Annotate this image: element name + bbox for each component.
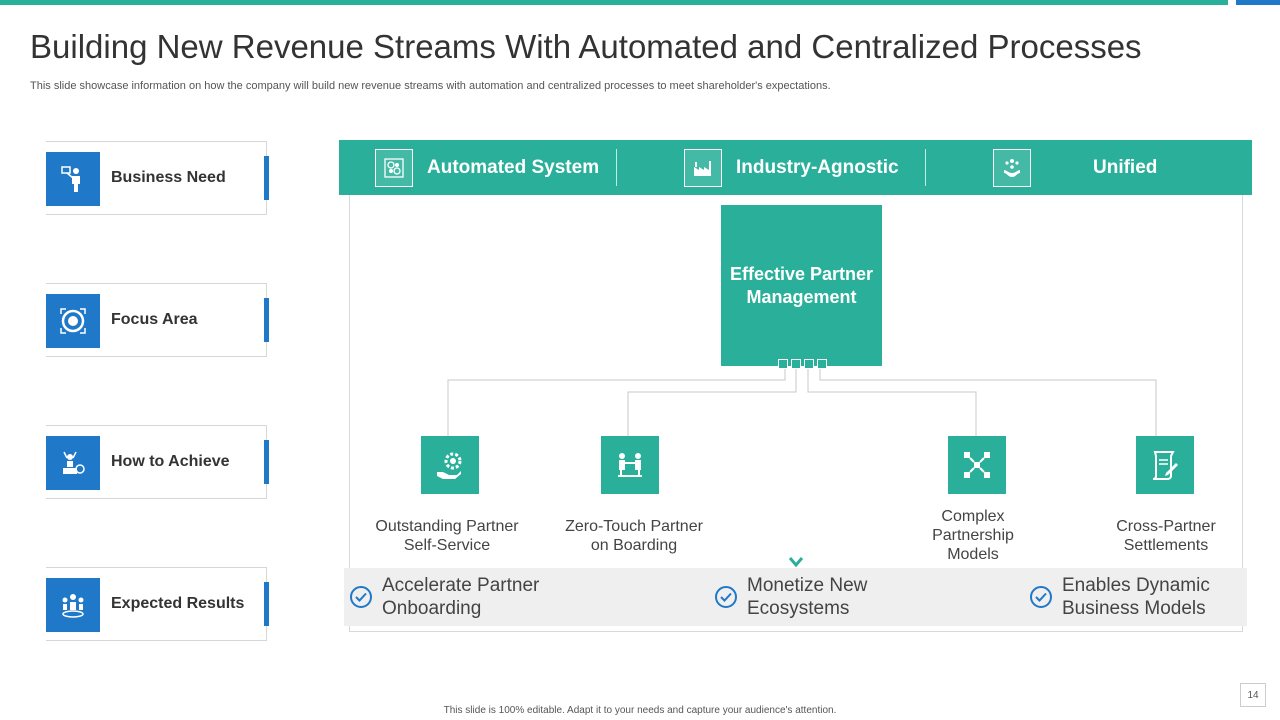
results-bar: Accelerate Partner Onboarding Monetize N…	[344, 568, 1247, 626]
check-circle-icon	[715, 586, 737, 608]
page-number: 14	[1240, 683, 1266, 707]
result-item-business-models: Enables Dynamic Business Models	[1030, 568, 1222, 626]
check-circle-icon	[1030, 586, 1052, 608]
center-box: Effective Partner Management	[721, 205, 882, 366]
node-label-complex-models: Complex Partnership Models	[932, 508, 1014, 563]
connection-icon	[948, 436, 1006, 494]
node-label-self-service: Outstanding Partner Self-Service	[375, 518, 519, 554]
service-gear-icon	[421, 436, 479, 494]
result-label: Enables Dynamic Business Models	[1062, 575, 1210, 619]
node-label-zero-touch: Zero-Touch Partner on Boarding	[565, 518, 703, 554]
document-sign-icon	[1136, 436, 1194, 494]
connector-dots	[778, 359, 827, 369]
handshake-icon	[601, 436, 659, 494]
node-label-settlements: Cross-Partner Settlements	[1116, 518, 1216, 554]
footer-note: This slide is 100% editable. Adapt it to…	[443, 705, 837, 716]
result-item-onboarding: Accelerate Partner Onboarding	[350, 568, 552, 626]
chevron-down-icon	[788, 557, 804, 568]
result-label: Accelerate Partner Onboarding	[382, 575, 540, 619]
result-label: Monetize New Ecosystems	[747, 575, 868, 619]
result-item-ecosystems: Monetize New Ecosystems	[715, 568, 887, 626]
check-circle-icon	[350, 586, 372, 608]
center-label: Effective Partner Management	[729, 263, 874, 307]
